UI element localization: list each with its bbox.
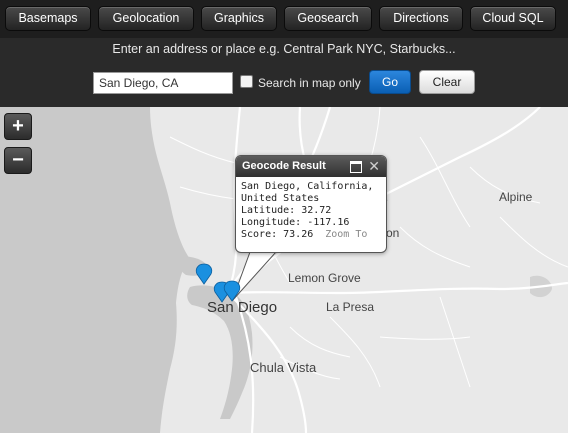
place-label-el-cajon-fragment: on	[386, 226, 400, 240]
maximize-icon[interactable]	[350, 161, 362, 173]
zoom-to-link[interactable]: Zoom To	[325, 229, 367, 240]
search-in-map-only-checkbox[interactable]	[240, 75, 253, 88]
search-hint: Enter an address or place e.g. Central P…	[112, 42, 456, 56]
geosearch-button[interactable]: Geosearch	[284, 6, 372, 31]
cloud-sql-button[interactable]: Cloud SQL	[470, 6, 556, 31]
longitude-value: Longitude: -117.16	[241, 217, 350, 228]
basemaps-button[interactable]: Basemaps	[5, 6, 91, 31]
place-label-san-diego: San Diego	[207, 299, 278, 316]
place-label-lemon-grove: Lemon Grove	[288, 271, 361, 285]
address-line-2: United States	[241, 193, 320, 204]
search-in-map-only-label[interactable]: Search in map only	[258, 76, 361, 90]
popup-title: Geocode Result	[242, 160, 326, 172]
zoom-out-button[interactable]: −	[4, 147, 32, 174]
graphics-button[interactable]: Graphics	[201, 6, 277, 31]
address-line-1: San Diego, California,	[241, 181, 374, 192]
score-value: Score: 73.26	[241, 229, 314, 240]
close-icon[interactable]: ✕	[368, 156, 380, 177]
top-navigation-bar: Basemaps Geolocation Graphics Geosearch …	[0, 0, 568, 38]
geosearch-panel: Enter an address or place e.g. Central P…	[0, 38, 568, 107]
place-label-alpine: Alpine	[499, 190, 533, 204]
popup-header: Geocode Result ✕	[236, 156, 386, 177]
clear-button[interactable]: Clear	[419, 70, 475, 94]
latitude-value: Latitude: 32.72	[241, 205, 332, 216]
search-input[interactable]	[93, 72, 233, 94]
popup-content: San Diego, California, United States Lat…	[236, 177, 386, 241]
place-label-la-presa: La Presa	[326, 300, 375, 314]
place-label-chula-vista: Chula Vista	[250, 360, 317, 375]
directions-button[interactable]: Directions	[379, 6, 463, 31]
geocode-result-popup: Geocode Result ✕ San Diego, California, …	[235, 155, 387, 253]
zoom-in-button[interactable]: +	[4, 113, 32, 140]
geolocation-button[interactable]: Geolocation	[98, 6, 194, 31]
go-button[interactable]: Go	[369, 70, 411, 94]
